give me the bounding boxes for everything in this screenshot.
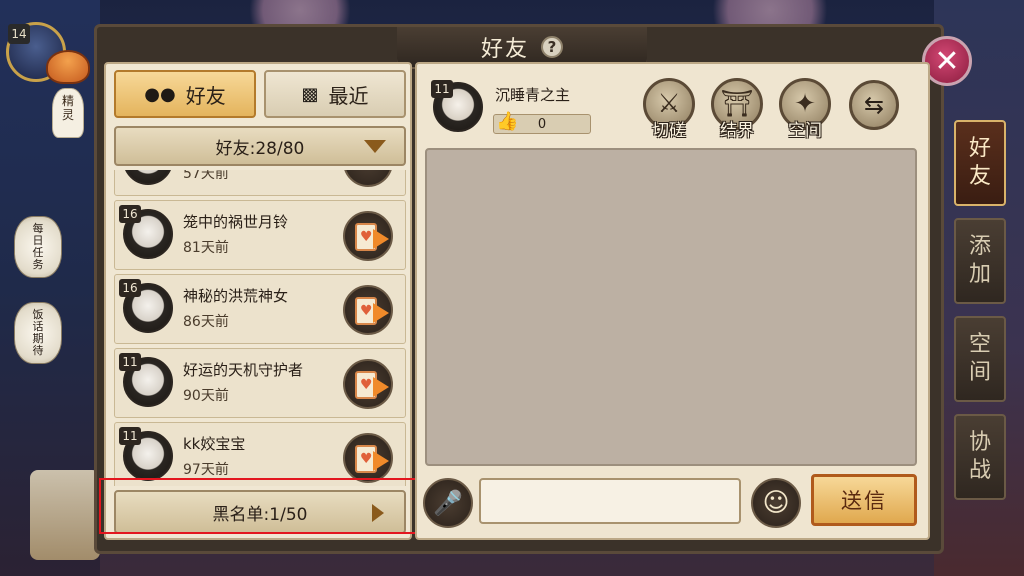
friend-name: kk姣宝宝 [183, 435, 246, 453]
users-icon: ●● [144, 83, 176, 105]
friends-list-pane: ●● 好友 ▩ 最近 好友:28/80 57天前 16 笼中的祸世月铃 81天前… [104, 62, 412, 540]
arrow-right-icon [373, 451, 389, 471]
list-item[interactable]: 11 好运的天机守护者 90天前 ♥ [114, 348, 406, 418]
chat-pane: 11 沉睡青之主 👍 0 ⚔ 切磋 ⛩ 结界 ✦ 空间 ⇆ 🎤 ☺ 送信 [415, 62, 930, 540]
chat-target-name: 沉睡青之主 [495, 86, 571, 104]
tab-friends[interactable]: ●● 好友 [114, 70, 256, 118]
tab-friends-label: 好友 [185, 83, 226, 108]
chat-icon: ▩ [301, 83, 319, 105]
friend-last-online: 97天前 [183, 462, 229, 478]
send-gift-button[interactable]: ♥ [343, 211, 393, 261]
tab-recent-label: 最近 [328, 83, 369, 108]
list-item[interactable]: 16 神秘的洪荒神女 86天前 ♥ [114, 274, 406, 344]
heart-icon: ♥ [360, 303, 373, 319]
help-icon[interactable]: ? [541, 36, 563, 58]
friend-group-label: 好友:28/80 [215, 138, 305, 159]
list-item[interactable]: 16 笼中的祸世月铃 81天前 ♥ [114, 200, 406, 270]
chat-input[interactable] [479, 478, 741, 524]
list-tabs: ●● 好友 ▩ 最近 [114, 70, 406, 120]
friend-avatar [123, 170, 173, 185]
friend-name: 好运的天机守护者 [183, 361, 304, 379]
heart-icon: ♥ [360, 229, 373, 245]
spirit-label: 精灵 [61, 94, 74, 122]
event-lantern-label: 饭话期待 [32, 308, 44, 357]
list-item[interactable]: 57天前 [114, 170, 406, 196]
friend-last-online: 57天前 [183, 170, 229, 182]
emoji-icon[interactable]: ☺ [751, 478, 801, 528]
daily-task-label: 每日任务 [32, 222, 44, 271]
friend-last-online: 90天前 [183, 388, 229, 404]
side-tab-friends[interactable]: 好友 [954, 120, 1006, 206]
heart-icon: ♥ [360, 377, 373, 393]
space-label: 空间 [788, 121, 822, 141]
friend-level: 16 [119, 205, 141, 223]
side-tab-friends-label: 好友 [968, 136, 991, 189]
spirit-hat-icon [46, 50, 90, 84]
friend-last-online: 81天前 [183, 240, 229, 256]
heart-icon: ♥ [360, 451, 373, 467]
chevron-down-icon [364, 140, 386, 153]
send-gift-button[interactable]: ♥ [343, 359, 393, 409]
friend-level: 16 [119, 279, 141, 297]
space-button[interactable]: ✦ 空间 [777, 78, 833, 146]
spar-label: 切磋 [652, 121, 686, 141]
event-lantern[interactable]: 饭话期待 [14, 302, 62, 364]
send-gift-button[interactable] [343, 170, 393, 187]
friend-last-online: 86天前 [183, 314, 229, 330]
microphone-icon[interactable]: 🎤 [423, 478, 473, 528]
like-counter[interactable]: 👍 0 [493, 111, 591, 134]
side-tab-coop-label: 协战 [968, 430, 991, 483]
friend-level: 11 [119, 427, 141, 445]
friend-group-header[interactable]: 好友:28/80 [114, 126, 406, 166]
friend-name: 笼中的祸世月铃 [183, 213, 289, 231]
side-tab-add[interactable]: 添加 [954, 218, 1006, 304]
side-tab-space-label: 空间 [968, 332, 991, 385]
spirit-button[interactable]: 精灵 [44, 44, 92, 140]
friend-list[interactable]: 57天前 16 笼中的祸世月铃 81天前 ♥ 16 神秘的洪荒神女 86天前 ♥ [114, 170, 406, 486]
selection-highlight [99, 478, 423, 534]
friend-level: 11 [119, 353, 141, 371]
side-tab-space[interactable]: 空间 [954, 316, 1006, 402]
like-count: 0 [537, 117, 547, 132]
window-title: 好友 [480, 37, 529, 62]
arrow-right-icon [373, 229, 389, 249]
send-button[interactable]: 送信 [811, 474, 917, 526]
daily-task-lantern[interactable]: 每日任务 [14, 216, 62, 278]
list-item[interactable]: 11 kk姣宝宝 97天前 ♥ [114, 422, 406, 486]
barrier-button[interactable]: ⛩ 结界 [709, 78, 765, 146]
scroll-decoration [30, 470, 100, 560]
barrier-label: 结界 [720, 121, 754, 141]
side-tab-add-label: 添加 [968, 234, 991, 287]
chat-messages-area[interactable] [425, 148, 917, 466]
side-tab-coop[interactable]: 协战 [954, 414, 1006, 500]
friend-name: 神秘的洪荒神女 [183, 287, 289, 305]
spar-button[interactable]: ⚔ 切磋 [641, 78, 697, 146]
arrow-right-icon [373, 303, 389, 323]
arrow-right-icon [373, 377, 389, 397]
swap-arrows-icon[interactable]: ⇆ [849, 80, 899, 130]
send-gift-button[interactable]: ♥ [343, 433, 393, 483]
tab-recent[interactable]: ▩ 最近 [264, 70, 406, 118]
send-gift-button[interactable]: ♥ [343, 285, 393, 335]
chat-target-level: 11 [431, 80, 453, 98]
player-level: 14 [8, 24, 30, 44]
